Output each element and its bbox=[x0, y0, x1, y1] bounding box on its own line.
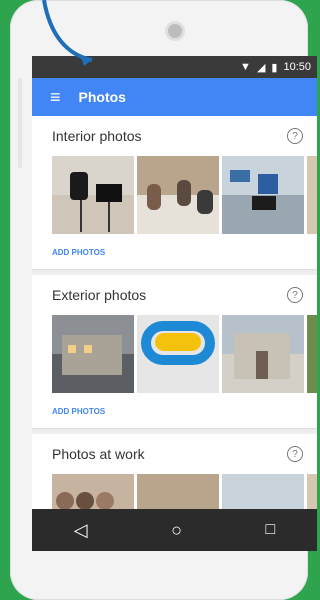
phone-frame: ▼ ◢ ▮ 10:50 ≡ Photos Interior photos ? A… bbox=[10, 0, 317, 600]
exterior-photo[interactable] bbox=[307, 315, 317, 393]
interior-photo[interactable] bbox=[52, 156, 134, 234]
exterior-photos-card: Exterior photos ? ADD PHOTOS bbox=[32, 275, 317, 428]
app-bar: ≡ Photos bbox=[32, 78, 317, 116]
exterior-photo[interactable] bbox=[222, 315, 304, 393]
photos-at-work-card: Photos at work ? bbox=[32, 434, 317, 509]
work-photo[interactable] bbox=[222, 474, 304, 509]
section-title: Exterior photos bbox=[52, 287, 147, 303]
section-title: Interior photos bbox=[52, 128, 142, 144]
back-icon[interactable]: ◁ bbox=[74, 520, 88, 541]
interior-photo[interactable] bbox=[137, 156, 219, 234]
help-icon[interactable]: ? bbox=[287, 287, 303, 303]
add-photos-link[interactable]: ADD PHOTOS bbox=[32, 234, 317, 269]
section-title: Photos at work bbox=[52, 446, 145, 462]
exterior-thumbnails bbox=[32, 315, 317, 393]
signal-icon: ◢ bbox=[256, 61, 266, 74]
add-photos-link[interactable]: ADD PHOTOS bbox=[32, 393, 317, 428]
exterior-photo[interactable] bbox=[52, 315, 134, 393]
home-icon[interactable]: ○ bbox=[171, 520, 182, 541]
side-button bbox=[18, 78, 22, 168]
help-icon[interactable]: ? bbox=[287, 446, 303, 462]
work-thumbnails bbox=[32, 474, 317, 509]
arrow-icon bbox=[42, 0, 93, 66]
recent-apps-icon[interactable]: □ bbox=[266, 521, 276, 539]
menu-icon[interactable]: ≡ bbox=[50, 87, 61, 108]
work-photo[interactable] bbox=[52, 474, 134, 509]
interior-photos-card: Interior photos ? ADD PHOTOS bbox=[32, 116, 317, 269]
app-title: Photos bbox=[78, 89, 126, 105]
battery-icon: ▮ bbox=[271, 61, 278, 74]
interior-thumbnails bbox=[32, 156, 317, 234]
photos-list: Interior photos ? ADD PHOTOS Exterior ph… bbox=[32, 116, 317, 509]
help-icon[interactable]: ? bbox=[287, 128, 303, 144]
status-time: 10:50 bbox=[283, 61, 311, 73]
interior-photo[interactable] bbox=[307, 156, 317, 234]
wifi-icon: ▼ bbox=[240, 61, 251, 73]
work-photo[interactable] bbox=[137, 474, 219, 509]
camera-lens bbox=[168, 24, 182, 38]
page: { "status": { "time": "10:50" }, "appbar… bbox=[0, 0, 317, 600]
phone-screen: ▼ ◢ ▮ 10:50 ≡ Photos Interior photos ? A… bbox=[32, 56, 317, 551]
exterior-photo[interactable] bbox=[137, 315, 219, 393]
work-photo[interactable] bbox=[307, 474, 317, 509]
nav-bar: ◁ ○ □ bbox=[32, 509, 317, 551]
interior-photo[interactable] bbox=[222, 156, 304, 234]
